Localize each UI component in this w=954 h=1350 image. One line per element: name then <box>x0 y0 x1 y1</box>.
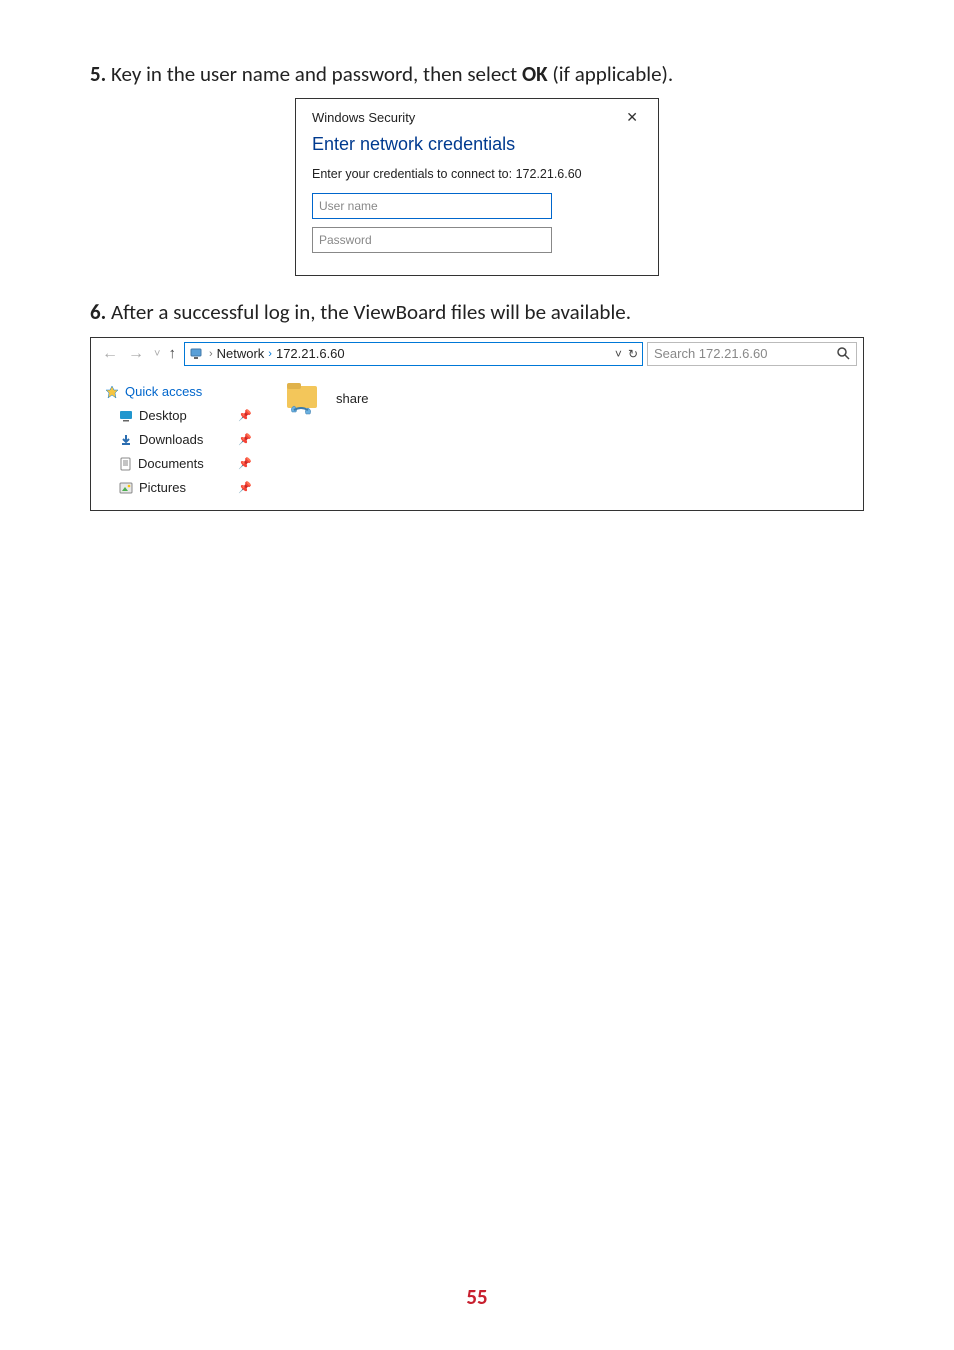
step-5-ok: OK <box>522 61 548 87</box>
recent-dropdown-icon[interactable]: ˅ <box>149 348 165 360</box>
sidebar-item-pictures[interactable]: Pictures 📌 <box>105 476 260 500</box>
sidebar-item-documents[interactable]: Documents 📌 <box>105 452 260 476</box>
page-number: 55 <box>0 1284 954 1310</box>
sidebar-item-quick-access[interactable]: Quick access <box>105 380 260 404</box>
search-placeholder: Search 172.21.6.60 <box>654 346 767 361</box>
sidebar-item-label: Downloads <box>139 432 203 447</box>
downloads-icon <box>119 433 133 447</box>
documents-icon <box>119 457 132 471</box>
folder-label: share <box>336 391 369 406</box>
pin-icon: 📌 <box>238 409 252 422</box>
file-explorer: ← → ˅ ↑ › Network › 172.21.6.60 ˅ ↻ Sear… <box>90 337 864 511</box>
shared-folder-icon <box>284 380 326 418</box>
username-placeholder: User name <box>319 199 378 213</box>
back-icon[interactable]: ← <box>97 345 123 363</box>
address-bar[interactable]: › Network › 172.21.6.60 ˅ ↻ <box>184 342 643 366</box>
breadcrumb-network[interactable]: Network <box>217 346 265 361</box>
windows-security-dialog: Windows Security ✕ Enter network credent… <box>295 98 659 276</box>
up-icon[interactable]: ↑ <box>165 345 181 362</box>
explorer-body: Quick access Desktop 📌 Downloads 📌 <box>91 370 863 510</box>
sidebar-item-label: Pictures <box>139 480 186 495</box>
refresh-icon[interactable]: ↻ <box>628 347 638 361</box>
close-icon[interactable]: ✕ <box>622 109 642 126</box>
search-input[interactable]: Search 172.21.6.60 <box>647 342 857 366</box>
dialog-message: Enter your credentials to connect to: 17… <box>312 167 642 181</box>
pictures-icon <box>119 482 133 494</box>
chevron-right-icon: › <box>268 348 272 360</box>
chevron-right-icon: › <box>209 348 213 360</box>
step-5-text-a: Key in the user name and password, then … <box>106 61 522 87</box>
step-5-text-b: (if applicable). <box>548 61 674 87</box>
password-placeholder: Password <box>319 233 372 247</box>
username-field[interactable]: User name <box>312 193 552 219</box>
step-5-number: 5. <box>90 61 106 87</box>
dialog-titlebar: Windows Security ✕ <box>312 109 642 126</box>
forward-icon[interactable]: → <box>123 345 149 363</box>
sidebar-item-downloads[interactable]: Downloads 📌 <box>105 428 260 452</box>
sidebar: Quick access Desktop 📌 Downloads 📌 <box>91 370 266 510</box>
step-6-number: 6. <box>90 299 106 325</box>
pin-icon: 📌 <box>238 457 252 470</box>
pin-icon: 📌 <box>238 433 252 446</box>
search-icon <box>837 347 850 360</box>
desktop-icon <box>119 410 133 422</box>
sidebar-item-desktop[interactable]: Desktop 📌 <box>105 404 260 428</box>
network-icon <box>189 347 205 361</box>
pin-icon: 📌 <box>238 481 252 494</box>
dialog-heading: Enter network credentials <box>312 134 642 155</box>
sidebar-item-label: Desktop <box>139 408 187 423</box>
step-5: 5. Key in the user name and password, th… <box>90 60 864 88</box>
step-6-text: After a successful log in, the ViewBoard… <box>106 299 631 325</box>
chevron-down-icon[interactable]: ˅ <box>615 347 622 361</box>
star-icon <box>105 385 119 399</box>
explorer-toolbar: ← → ˅ ↑ › Network › 172.21.6.60 ˅ ↻ Sear… <box>91 338 863 370</box>
step-6: 6. After a successful log in, the ViewBo… <box>90 298 864 326</box>
address-bar-controls: ˅ ↻ <box>615 347 638 361</box>
sidebar-item-label: Documents <box>138 456 204 471</box>
dialog-title: Windows Security <box>312 110 415 125</box>
sidebar-item-label: Quick access <box>125 384 202 399</box>
content-pane: share <box>266 370 863 510</box>
breadcrumb-ip[interactable]: 172.21.6.60 <box>276 346 345 361</box>
share-folder[interactable]: share <box>284 380 369 418</box>
password-field[interactable]: Password <box>312 227 552 253</box>
